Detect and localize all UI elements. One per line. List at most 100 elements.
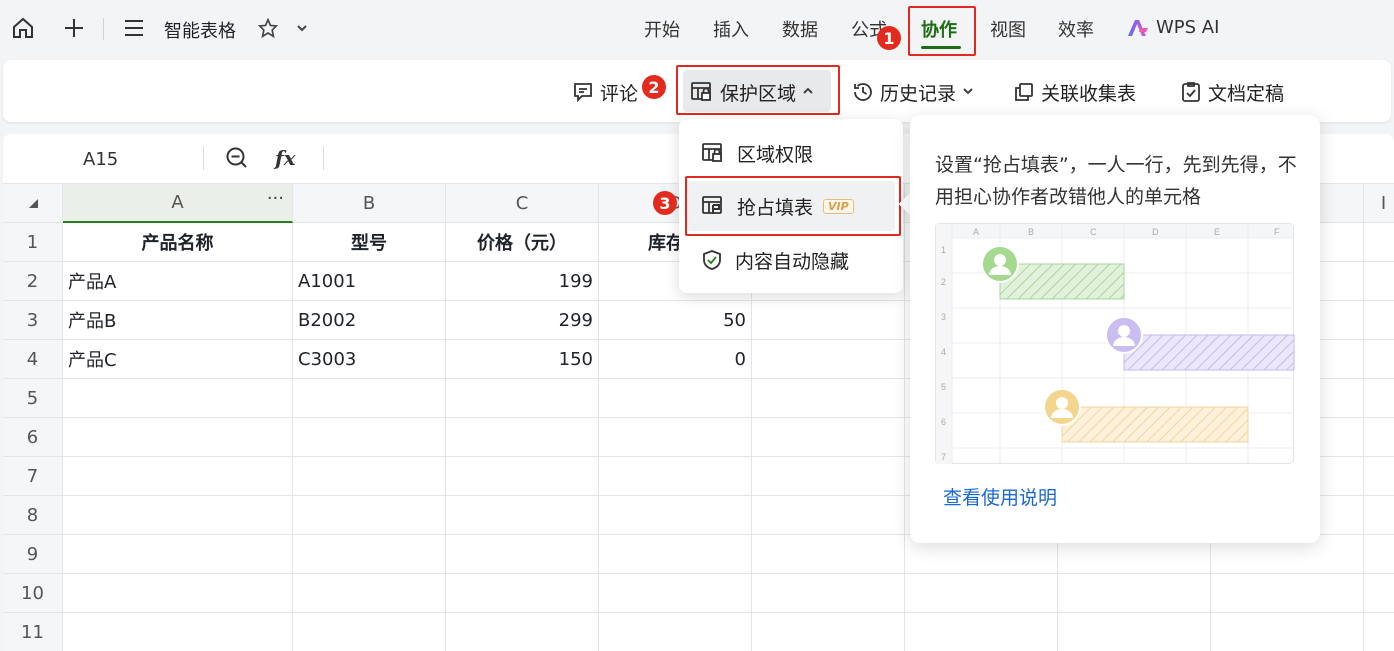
menu-item-auto-hide[interactable]: 内容自动隐藏 — [687, 235, 895, 285]
table-cell[interactable] — [752, 496, 905, 535]
table-cell[interactable] — [446, 379, 599, 418]
row-header[interactable]: 8 — [3, 496, 63, 535]
table-cell[interactable]: A1001 — [293, 262, 446, 301]
table-cell[interactable] — [599, 379, 752, 418]
table-cell[interactable]: 价格（元） — [446, 223, 599, 262]
table-cell[interactable] — [446, 613, 599, 651]
table-cell[interactable] — [63, 535, 293, 574]
table-cell[interactable] — [752, 301, 905, 340]
column-header[interactable]: A ··· — [63, 184, 293, 223]
table-cell[interactable] — [293, 379, 446, 418]
table-cell[interactable] — [63, 418, 293, 457]
table-cell[interactable] — [599, 535, 752, 574]
table-cell[interactable] — [599, 496, 752, 535]
tab-start[interactable]: 开始 — [644, 16, 680, 42]
table-cell[interactable]: 产品C — [63, 340, 293, 379]
table-cell[interactable] — [446, 457, 599, 496]
tab-collaborate[interactable]: 协作 — [921, 16, 957, 42]
row-header[interactable]: 11 — [3, 613, 63, 651]
table-cell[interactable]: 产品B — [63, 301, 293, 340]
table-cell[interactable] — [752, 418, 905, 457]
table-cell[interactable] — [1364, 301, 1394, 340]
table-cell[interactable]: 50 — [599, 301, 752, 340]
table-cell[interactable] — [1058, 574, 1211, 613]
protect-area-button[interactable]: 保护区域 — [690, 78, 820, 106]
table-cell[interactable] — [752, 379, 905, 418]
table-cell[interactable] — [293, 613, 446, 651]
table-cell[interactable] — [905, 613, 1058, 651]
table-cell[interactable] — [1364, 379, 1394, 418]
table-cell[interactable] — [1364, 496, 1394, 535]
table-cell[interactable] — [599, 418, 752, 457]
table-cell[interactable] — [446, 574, 599, 613]
column-header[interactable]: C — [446, 184, 599, 223]
table-cell[interactable] — [1364, 340, 1394, 379]
tab-insert[interactable]: 插入 — [713, 16, 749, 42]
table-cell[interactable] — [752, 613, 905, 651]
table-cell[interactable]: 产品名称 — [63, 223, 293, 262]
table-cell[interactable] — [446, 418, 599, 457]
table-cell[interactable]: 299 — [446, 301, 599, 340]
tab-view[interactable]: 视图 — [990, 16, 1026, 42]
table-cell[interactable] — [752, 535, 905, 574]
chevron-down-icon[interactable] — [288, 14, 316, 42]
table-cell[interactable] — [1364, 457, 1394, 496]
table-cell[interactable] — [293, 535, 446, 574]
row-header[interactable]: 7 — [3, 457, 63, 496]
table-cell[interactable]: 型号 — [293, 223, 446, 262]
table-cell[interactable] — [752, 457, 905, 496]
table-cell[interactable] — [599, 613, 752, 651]
row-header[interactable]: 1 — [3, 223, 63, 262]
tab-efficiency[interactable]: 效率 — [1058, 16, 1094, 42]
table-cell[interactable] — [1364, 418, 1394, 457]
document-title[interactable]: 智能表格 — [164, 17, 236, 43]
column-header[interactable]: B — [293, 184, 446, 223]
menu-item-grab-fill[interactable]: 抢占填表 VIP — [687, 181, 895, 231]
table-cell[interactable] — [293, 418, 446, 457]
table-cell[interactable] — [1058, 613, 1211, 651]
table-cell[interactable]: B2002 — [293, 301, 446, 340]
row-header[interactable]: 9 — [3, 535, 63, 574]
table-cell[interactable]: 150 — [446, 340, 599, 379]
new-tab-icon[interactable] — [60, 14, 88, 42]
table-cell[interactable]: 0 — [599, 340, 752, 379]
column-header[interactable]: I — [1364, 184, 1394, 223]
function-icon[interactable]: fx — [275, 146, 296, 170]
table-cell[interactable] — [1211, 574, 1364, 613]
table-cell[interactable] — [905, 574, 1058, 613]
home-icon[interactable] — [9, 14, 37, 42]
linked-form-button[interactable]: 关联收集表 — [1013, 78, 1136, 106]
table-cell[interactable] — [1211, 613, 1364, 651]
help-link[interactable]: 查看使用说明 — [943, 483, 1057, 510]
table-cell[interactable] — [63, 613, 293, 651]
table-cell[interactable] — [446, 496, 599, 535]
finalize-button[interactable]: 文档定稿 — [1180, 78, 1284, 106]
table-cell[interactable] — [1364, 223, 1394, 262]
table-cell[interactable]: 产品A — [63, 262, 293, 301]
table-cell[interactable] — [293, 457, 446, 496]
table-cell[interactable] — [599, 574, 752, 613]
table-cell[interactable]: C3003 — [293, 340, 446, 379]
table-cell[interactable] — [752, 574, 905, 613]
table-cell[interactable] — [63, 574, 293, 613]
row-header[interactable]: 4 — [3, 340, 63, 379]
more-icon[interactable]: ··· — [267, 188, 284, 209]
table-cell[interactable] — [1364, 535, 1394, 574]
row-header[interactable]: 5 — [3, 379, 63, 418]
table-cell[interactable] — [293, 574, 446, 613]
cell-reference-box[interactable]: A15 — [83, 149, 118, 170]
zoom-out-icon[interactable] — [225, 146, 249, 174]
history-button[interactable]: 历史记录 — [852, 78, 980, 106]
table-cell[interactable] — [1364, 613, 1394, 651]
table-cell[interactable] — [446, 535, 599, 574]
tab-wps-ai[interactable]: WPS AI — [1126, 17, 1219, 38]
table-cell[interactable] — [63, 496, 293, 535]
tab-data[interactable]: 数据 — [782, 16, 818, 42]
table-cell[interactable] — [1364, 262, 1394, 301]
table-cell[interactable] — [599, 457, 752, 496]
table-cell[interactable] — [293, 496, 446, 535]
row-header[interactable]: 2 — [3, 262, 63, 301]
select-all-corner[interactable] — [3, 184, 63, 223]
row-header[interactable]: 3 — [3, 301, 63, 340]
table-cell[interactable] — [752, 340, 905, 379]
